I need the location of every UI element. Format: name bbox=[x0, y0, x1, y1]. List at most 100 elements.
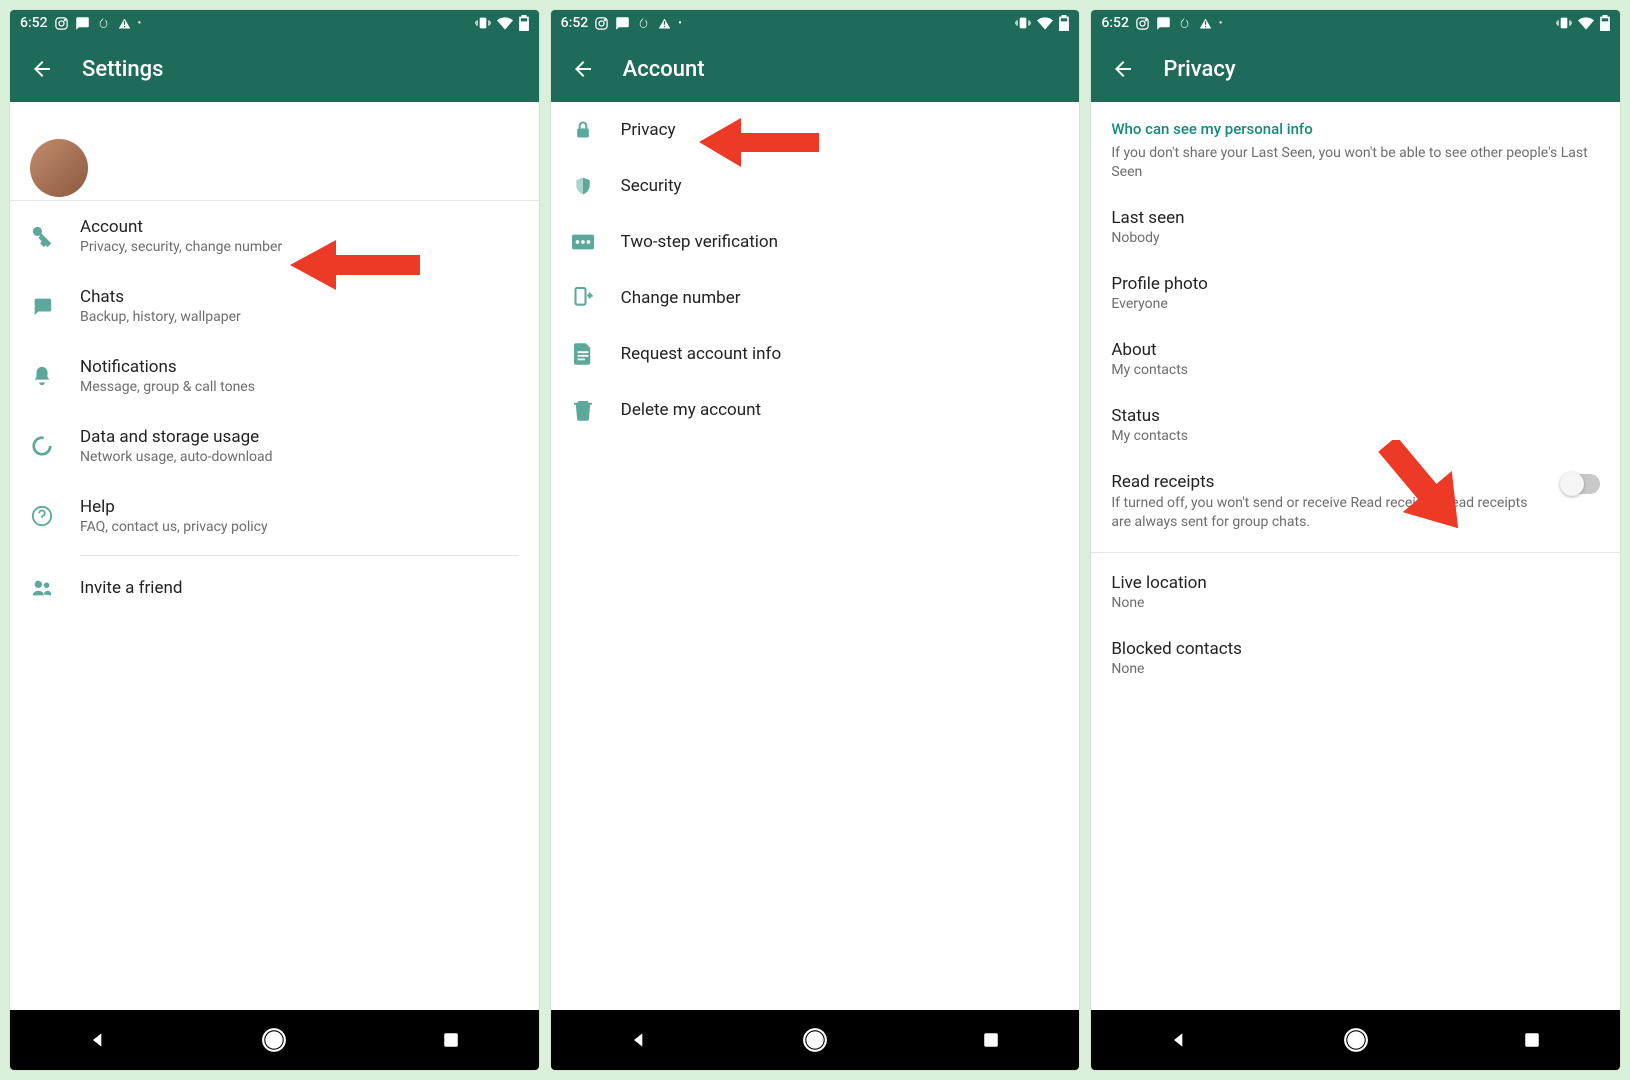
flame-icon bbox=[96, 16, 111, 31]
settings-item-help[interactable]: Help FAQ, contact us, privacy policy bbox=[10, 481, 539, 551]
pref-status[interactable]: Status My contacts bbox=[1091, 392, 1620, 458]
pref-value: My contacts bbox=[1111, 428, 1600, 444]
pref-title: Last seen bbox=[1111, 208, 1600, 228]
pref-title: Profile photo bbox=[1111, 274, 1600, 294]
item-title: Chats bbox=[80, 287, 241, 307]
instagram-icon bbox=[54, 16, 69, 31]
flame-icon bbox=[1177, 16, 1192, 31]
phone-settings: 6:52 • Settings bbox=[10, 10, 539, 1070]
pref-value: Nobody bbox=[1111, 230, 1600, 246]
nav-home[interactable] bbox=[256, 1022, 292, 1058]
pref-profile-photo[interactable]: Profile photo Everyone bbox=[1091, 260, 1620, 326]
pref-value: None bbox=[1111, 661, 1600, 677]
status-bar: 6:52 • bbox=[551, 10, 1080, 36]
pref-title: About bbox=[1111, 340, 1600, 360]
phone-account: 6:52 • Account Privacy bbox=[551, 10, 1080, 1070]
wifi-icon bbox=[497, 16, 513, 30]
item-sub: Privacy, security, change number bbox=[80, 239, 282, 255]
account-item-changenumber[interactable]: Change number bbox=[551, 270, 1080, 326]
item-title: Two-step verification bbox=[621, 232, 778, 252]
nav-back[interactable] bbox=[80, 1022, 116, 1058]
settings-item-notifications[interactable]: Notifications Message, group & call tone… bbox=[10, 341, 539, 411]
divider bbox=[1091, 552, 1620, 553]
battery-icon bbox=[1059, 15, 1069, 31]
read-receipts-toggle[interactable] bbox=[1562, 474, 1600, 494]
warning-icon bbox=[1198, 16, 1213, 31]
back-button[interactable] bbox=[28, 55, 56, 83]
pref-blocked-contacts[interactable]: Blocked contacts None bbox=[1091, 625, 1620, 691]
item-title: Account bbox=[80, 217, 282, 237]
warning-icon bbox=[117, 16, 132, 31]
vibrate-icon bbox=[1556, 16, 1572, 30]
section-description: If you don't share your Last Seen, you w… bbox=[1091, 144, 1620, 194]
nav-recent[interactable] bbox=[1514, 1022, 1550, 1058]
nav-recent[interactable] bbox=[433, 1022, 469, 1058]
nav-back[interactable] bbox=[1161, 1022, 1197, 1058]
page-title: Account bbox=[623, 57, 705, 82]
pref-about[interactable]: About My contacts bbox=[1091, 326, 1620, 392]
nav-home[interactable] bbox=[1338, 1022, 1374, 1058]
item-title: Change number bbox=[621, 288, 741, 308]
app-bar: Privacy bbox=[1091, 36, 1620, 102]
nav-bar bbox=[10, 1010, 539, 1070]
section-header: Who can see my personal info bbox=[1091, 102, 1620, 144]
item-sub: Message, group & call tones bbox=[80, 379, 255, 395]
account-item-security[interactable]: Security bbox=[551, 158, 1080, 214]
vibrate-icon bbox=[1015, 16, 1031, 30]
settings-list: Account Privacy, security, change number… bbox=[10, 102, 539, 1010]
avatar bbox=[30, 139, 88, 197]
item-title: Help bbox=[80, 497, 268, 517]
item-title: Privacy bbox=[621, 120, 676, 140]
nav-home[interactable] bbox=[797, 1022, 833, 1058]
data-usage-icon bbox=[30, 434, 54, 458]
item-title: Invite a friend bbox=[80, 578, 182, 598]
page-title: Settings bbox=[82, 57, 163, 82]
pref-live-location[interactable]: Live location None bbox=[1091, 559, 1620, 625]
chat-icon bbox=[30, 294, 54, 318]
settings-item-data[interactable]: Data and storage usage Network usage, au… bbox=[10, 411, 539, 481]
pref-read-receipts[interactable]: Read receipts If turned off, you won't s… bbox=[1091, 458, 1620, 546]
pref-last-seen[interactable]: Last seen Nobody bbox=[1091, 194, 1620, 260]
account-item-twostep[interactable]: Two-step verification bbox=[551, 214, 1080, 270]
wifi-icon bbox=[1037, 16, 1053, 30]
app-bar: Account bbox=[551, 36, 1080, 102]
settings-item-account[interactable]: Account Privacy, security, change number bbox=[10, 201, 539, 271]
account-item-privacy[interactable]: Privacy bbox=[551, 102, 1080, 158]
wifi-icon bbox=[1578, 16, 1594, 30]
profile-row[interactable] bbox=[10, 102, 539, 201]
trash-icon bbox=[571, 398, 595, 422]
item-title: Notifications bbox=[80, 357, 255, 377]
dot-icon: • bbox=[678, 18, 682, 29]
settings-item-invite[interactable]: Invite a friend bbox=[10, 560, 539, 616]
change-number-icon bbox=[571, 286, 595, 310]
settings-item-chats[interactable]: Chats Backup, history, wallpaper bbox=[10, 271, 539, 341]
phone-privacy: 6:52 • Privacy Who can see my personal i… bbox=[1091, 10, 1620, 1070]
status-bar: 6:52 • bbox=[10, 10, 539, 36]
account-list: Privacy Security Two-step verification C… bbox=[551, 102, 1080, 1010]
page-title: Privacy bbox=[1163, 57, 1235, 82]
pref-title: Read receipts bbox=[1111, 472, 1548, 492]
account-item-request[interactable]: Request account info bbox=[551, 326, 1080, 382]
privacy-list: Who can see my personal info If you don'… bbox=[1091, 102, 1620, 1010]
nav-bar bbox=[551, 1010, 1080, 1070]
back-button[interactable] bbox=[569, 55, 597, 83]
help-icon bbox=[30, 504, 54, 528]
status-time: 6:52 bbox=[1101, 15, 1129, 31]
battery-icon bbox=[1600, 15, 1610, 31]
nav-recent[interactable] bbox=[973, 1022, 1009, 1058]
account-item-delete[interactable]: Delete my account bbox=[551, 382, 1080, 438]
pref-title: Live location bbox=[1111, 573, 1600, 593]
item-sub: Network usage, auto-download bbox=[80, 449, 273, 465]
key-icon bbox=[30, 224, 54, 248]
pref-value: My contacts bbox=[1111, 362, 1600, 378]
item-title: Delete my account bbox=[621, 400, 761, 420]
status-time: 6:52 bbox=[561, 15, 589, 31]
back-button[interactable] bbox=[1109, 55, 1137, 83]
battery-icon bbox=[519, 15, 529, 31]
instagram-icon bbox=[594, 16, 609, 31]
nav-back[interactable] bbox=[621, 1022, 657, 1058]
status-time: 6:52 bbox=[20, 15, 48, 31]
dot-icon: • bbox=[138, 18, 142, 29]
nav-bar bbox=[1091, 1010, 1620, 1070]
lock-icon bbox=[571, 118, 595, 142]
